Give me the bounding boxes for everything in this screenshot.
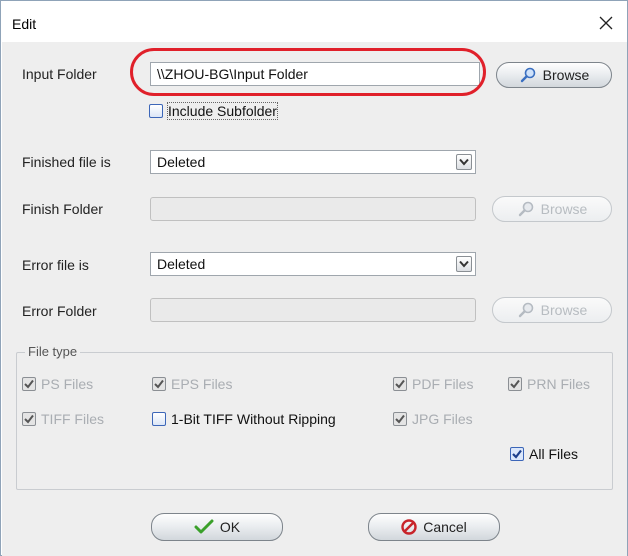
finish-browse-label: Browse [540, 201, 588, 217]
ok-label: OK [219, 519, 241, 535]
cancel-button[interactable]: Cancel [368, 513, 500, 541]
error-browse-label: Browse [540, 302, 588, 318]
ps-files-label: PS Files [41, 376, 94, 392]
onebit-tiff-checkbox[interactable]: 1-Bit TIFF Without Ripping [152, 411, 336, 427]
finished-file-label: Finished file is [22, 154, 111, 170]
magnifier-icon [520, 67, 535, 83]
checkmark-icon [510, 447, 524, 461]
ok-button[interactable]: OK [151, 513, 283, 541]
checkmark-icon [393, 412, 407, 426]
checkmark-icon [393, 377, 407, 391]
checkmark-icon [22, 377, 36, 391]
finished-file-select[interactable]: Deleted [150, 150, 476, 174]
input-folder-field[interactable]: \\ZHOU-BG\Input Folder [150, 62, 480, 86]
include-subfolder-label: Include Subfolder [167, 102, 278, 120]
all-files-checkbox[interactable]: All Files [510, 446, 578, 462]
all-files-label: All Files [529, 446, 579, 462]
finish-browse-button: Browse [492, 196, 612, 222]
dialog-body: Input Folder \\ZHOU-BG\Input Folder Brow… [2, 42, 627, 556]
input-browse-label: Browse [542, 67, 590, 83]
edit-dialog: Edit Input Folder \\ZHOU-BG\Input Folder… [0, 0, 628, 556]
prn-files-checkbox: PRN Files [508, 376, 590, 392]
chevron-down-icon [456, 256, 472, 272]
prohibited-icon [401, 519, 417, 535]
checkbox-box [149, 104, 163, 118]
finish-folder-label: Finish Folder [22, 201, 103, 217]
magnifier-icon [518, 201, 533, 217]
finished-file-value: Deleted [157, 154, 206, 170]
close-icon [599, 16, 613, 30]
jpg-files-label: JPG Files [412, 411, 473, 427]
onebit-tiff-label: 1-Bit TIFF Without Ripping [171, 411, 336, 427]
eps-files-checkbox: EPS Files [152, 376, 232, 392]
checkmark-icon [194, 519, 214, 534]
window-title: Edit [12, 16, 37, 32]
include-subfolder-checkbox[interactable]: Include Subfolder [149, 102, 278, 120]
input-browse-button[interactable]: Browse [496, 62, 612, 88]
tiff-files-checkbox: TIFF Files [22, 411, 104, 427]
prn-files-label: PRN Files [527, 376, 591, 392]
close-button[interactable] [593, 10, 619, 36]
error-browse-button: Browse [492, 297, 612, 323]
checkmark-icon [508, 377, 522, 391]
error-file-select[interactable]: Deleted [150, 252, 476, 276]
magnifier-icon [518, 302, 533, 318]
checkbox-box [152, 412, 166, 426]
error-folder-field [150, 298, 476, 322]
input-folder-label: Input Folder [22, 66, 97, 82]
ps-files-checkbox: PS Files [22, 376, 93, 392]
error-folder-label: Error Folder [22, 303, 97, 319]
finish-folder-field [150, 197, 476, 221]
tiff-files-label: TIFF Files [41, 411, 104, 427]
pdf-files-checkbox: PDF Files [393, 376, 473, 392]
checkmark-icon [22, 412, 36, 426]
error-file-value: Deleted [157, 256, 206, 272]
file-type-title: File type [25, 344, 81, 359]
chevron-down-icon [456, 154, 472, 170]
cancel-label: Cancel [423, 519, 467, 535]
jpg-files-checkbox: JPG Files [393, 411, 473, 427]
title-bar: Edit [2, 2, 627, 42]
pdf-files-label: PDF Files [412, 376, 474, 392]
checkmark-icon [152, 377, 166, 391]
error-file-label: Error file is [22, 257, 89, 273]
eps-files-label: EPS Files [171, 376, 233, 392]
